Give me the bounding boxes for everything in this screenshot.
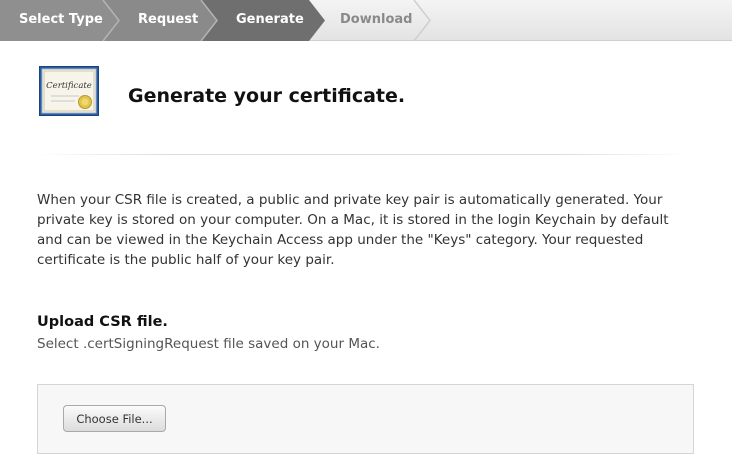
upload-title: Upload CSR file. xyxy=(37,314,168,330)
step-download: Download xyxy=(340,12,413,27)
step-request: Request xyxy=(138,12,199,27)
intro-text: When your CSR file is created, a public … xyxy=(37,192,669,268)
step-progress-bar: Select Type Request Generate Download xyxy=(0,0,732,41)
step-4-end-separator xyxy=(413,0,431,41)
divider xyxy=(35,154,690,155)
upload-panel: Choose File... xyxy=(37,384,694,454)
choose-file-button[interactable]: Choose File... xyxy=(63,405,166,432)
page-title: Generate your certificate. xyxy=(128,85,406,107)
step-generate: Generate xyxy=(236,12,304,27)
certificate-icon: Certificate xyxy=(39,66,99,116)
step-select-type: Select Type xyxy=(19,12,103,27)
certificate-icon-text: Certificate xyxy=(46,81,92,91)
upload-description: Select .certSigningRequest file saved on… xyxy=(37,336,380,352)
